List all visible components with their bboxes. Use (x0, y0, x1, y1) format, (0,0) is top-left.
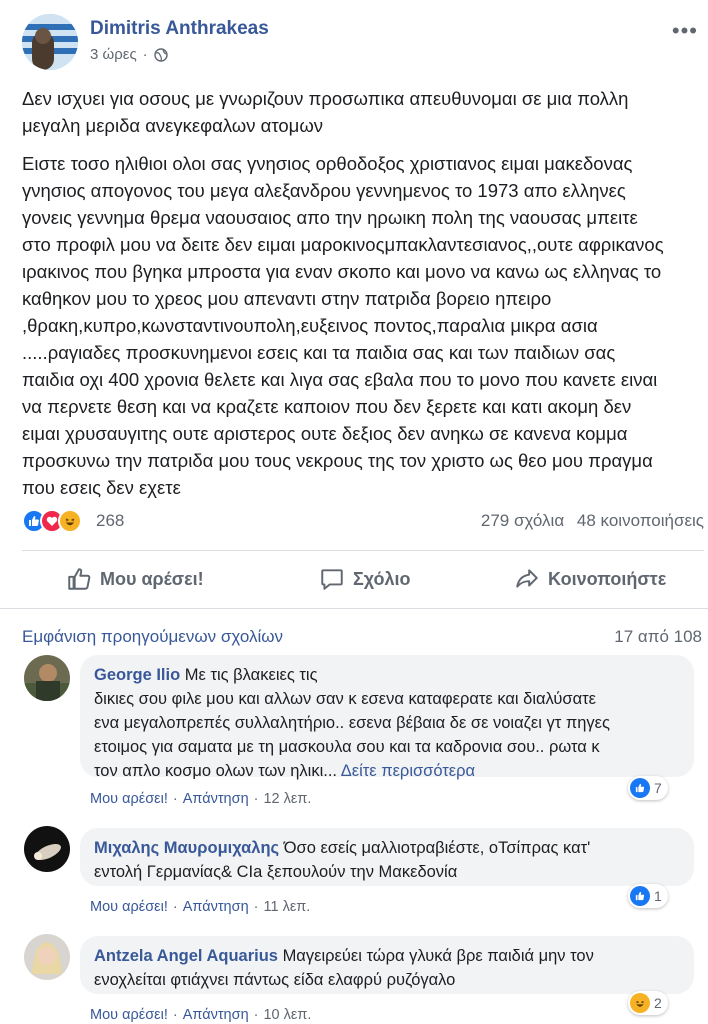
comment-text-line: ενοχλείται φτιάχνει πάντως είδα ελαφρύ ρ… (94, 971, 456, 989)
thumbs-up-icon (68, 568, 91, 590)
post-text-line: καθηκον μου το χρεος μου απεναντι στην π… (22, 288, 552, 309)
comment-text: Όσο εσείς μαλλιοτραβιέστε, οΤσίπρας κατ' (283, 839, 591, 857)
avatar-flag-image (22, 14, 78, 70)
comment-like-link[interactable]: Μου αρέσει! (90, 1007, 168, 1023)
see-more-link[interactable]: Δείτε περισσότερα (341, 762, 475, 780)
post-text-line: που εσεις δεν εχετε (22, 477, 181, 498)
commenter-name[interactable]: Μιχαλης Μαυρομιχαλης (94, 839, 279, 857)
comment-text-line: εντολή Γερμανίας& CIa ξεπουλούν την Μακε… (94, 863, 458, 881)
post-time[interactable]: 3 ώρες (90, 46, 137, 63)
share-label: Κοινοποιήστε (548, 568, 667, 589)
like-label: Μου αρέσει! (100, 568, 204, 589)
commenter-name[interactable]: Antzela Angel Aquarius (94, 947, 278, 965)
commenter-name[interactable]: George Ilio (94, 666, 180, 684)
post-text-line: μεγαλη μεριδα ανεγκεφαλων ατομων (22, 115, 324, 136)
commenter-avatar[interactable] (24, 826, 70, 872)
comment-reaction-count: 1 (654, 888, 662, 904)
post-paragraph-2: Ειστε τοσο ηλιθιοι ολοι σας γνησιος ορθο… (22, 150, 698, 501)
separator: · (253, 899, 259, 915)
comment-reactions[interactable]: 7 (628, 776, 668, 800)
comment-label: Σχόλιο (353, 568, 411, 589)
post-text-line: προσκυνω την πατριδα μου τους νεκρους τη… (22, 450, 653, 471)
commenter-avatar[interactable] (24, 655, 70, 701)
comment-time[interactable]: 12 λεπ. (263, 791, 311, 807)
post-text-line: Ειστε τοσο ηλιθιοι ολοι σας γνησιος ορθο… (22, 153, 633, 174)
divider (22, 550, 704, 551)
separator: · (253, 791, 259, 807)
post-author-name[interactable]: Dimitris Anthrakeas (90, 18, 269, 40)
comment-bubble: Antzela Angel Aquarius Μαγειρεύει τώρα γ… (80, 936, 694, 994)
comment-text: Μαγειρεύει τώρα γλυκά βρε παιδιά μην τον (282, 947, 594, 965)
comments-count-of-total: 17 από 108 (614, 627, 702, 646)
comment-text-line: τον απλο κοσμο ολων των ηλικι... (94, 762, 337, 780)
comment-time[interactable]: 10 λεπ. (263, 1007, 311, 1023)
comment-text-line: ενα μεγαλοπρεπές συλλαλητήριο.. εσενα βέ… (94, 714, 610, 732)
reaction-icons[interactable] (22, 509, 82, 533)
comment-reply-link[interactable]: Απάντηση (183, 791, 249, 807)
comment-actions: Μου αρέσει! · Απάντηση · 11 λεπ. (90, 899, 310, 915)
comment-reply-link[interactable]: Απάντηση (183, 899, 249, 915)
separator: · (172, 1007, 178, 1023)
view-previous-comments-link[interactable]: Εμφάνιση προηγούμενων σχολίων (22, 627, 283, 647)
post-text-line: Δεν ισχυει για οσους με γνωριζουν προσωπ… (22, 88, 629, 109)
haha-icon (58, 509, 82, 533)
comment-actions: Μου αρέσει! · Απάντηση · 10 λεπ. (90, 1007, 311, 1023)
share-button[interactable]: Κοινοποιήστε (514, 560, 666, 598)
post-text-line: ,θρακη,κυπρο,κωνσταντινουπολη,ευξεινος π… (22, 315, 598, 336)
post-meta: 3 ώρες · (90, 46, 168, 63)
globe-icon[interactable] (153, 47, 168, 62)
comment-button[interactable]: Σχόλιο (319, 560, 411, 598)
comment-like-link[interactable]: Μου αρέσει! (90, 791, 168, 807)
comment-like-link[interactable]: Μου αρέσει! (90, 899, 168, 915)
post-text-line: στο προφιλ μου να δειτε δεν ειμαι μαροκι… (22, 234, 664, 255)
comments-count[interactable]: 279 σχόλια (481, 511, 564, 530)
comment-bubble: George Ilio Με τις βλακειες τις δικιες σ… (80, 655, 694, 780)
comment-text: Με τις βλακειες τις (184, 666, 318, 684)
comment-reaction-count: 2 (654, 995, 662, 1011)
comment-bubble: Μιχαλης Μαυρομιχαλης Όσο εσείς μαλλιοτρα… (80, 828, 694, 886)
post-text-line: γνησιος απογονος του μεγα αλεξανδρου γεν… (22, 180, 626, 201)
shares-count[interactable]: 48 κοινοποιήσεις (577, 511, 704, 530)
post-stats: 268 279 σχόλια 48 κοινοποιήσεις (22, 509, 704, 535)
like-button[interactable]: Μου αρέσει! (66, 560, 204, 598)
comment-actions: Μου αρέσει! · Απάντηση · 12 λεπ. (90, 791, 311, 807)
commenter-avatar[interactable] (24, 934, 70, 980)
comment-share-counts: 279 σχόλια 48 κοινοποιήσεις (481, 511, 704, 531)
separator: · (172, 791, 178, 807)
post-actions: Μου αρέσει! Σχόλιο Κοινοποιήστε (22, 560, 704, 600)
post-text-line: .....ραγιαδες προσκυνημενοι εσεις και τα… (22, 342, 616, 363)
comment-time[interactable]: 11 λεπ. (263, 899, 310, 915)
comment-reply-link[interactable]: Απάντηση (183, 1007, 249, 1023)
comment-text-line: ετοιμος για σαματα με τη μασκουλα σου κα… (94, 738, 600, 756)
comment-reactions[interactable]: 1 (628, 884, 668, 908)
share-icon (516, 569, 538, 588)
reaction-count[interactable]: 268 (96, 511, 124, 531)
post-text-line: ιρακινος που βγηκα μπροστα για εναν σκοπ… (22, 261, 662, 282)
post-text-line: να περνετε θεση και να κραζετε καποιον π… (22, 396, 632, 417)
comment-reactions[interactable]: 2 (628, 991, 668, 1015)
separator: · (253, 1007, 259, 1023)
haha-icon (630, 993, 650, 1013)
author-avatar[interactable] (22, 14, 78, 70)
post-text-line: γονεις γεννημα θρεμα ναουσαιος απο την η… (22, 207, 638, 228)
comment-icon (321, 569, 343, 590)
like-icon (630, 886, 650, 906)
post-header: Dimitris Anthrakeas 3 ώρες · ••• (22, 14, 702, 74)
ellipsis-icon[interactable]: ••• (672, 18, 698, 44)
comment-reaction-count: 7 (654, 780, 662, 796)
like-icon (630, 778, 650, 798)
post-paragraph-1: Δεν ισχυει για οσους με γνωριζουν προσωπ… (22, 85, 698, 139)
post-text-line: παιδια οχι 400 χρονια θελετε και λιγα σα… (22, 369, 658, 390)
meta-separator: · (142, 46, 148, 63)
comment-text-line: δικιες σου φιλε μου και αλλων σαν κ εσεν… (94, 690, 597, 708)
separator: · (172, 899, 178, 915)
post-text-line: ειμαι χρυσαυγιτης ουτε αριστερος ουτε δε… (22, 423, 628, 444)
